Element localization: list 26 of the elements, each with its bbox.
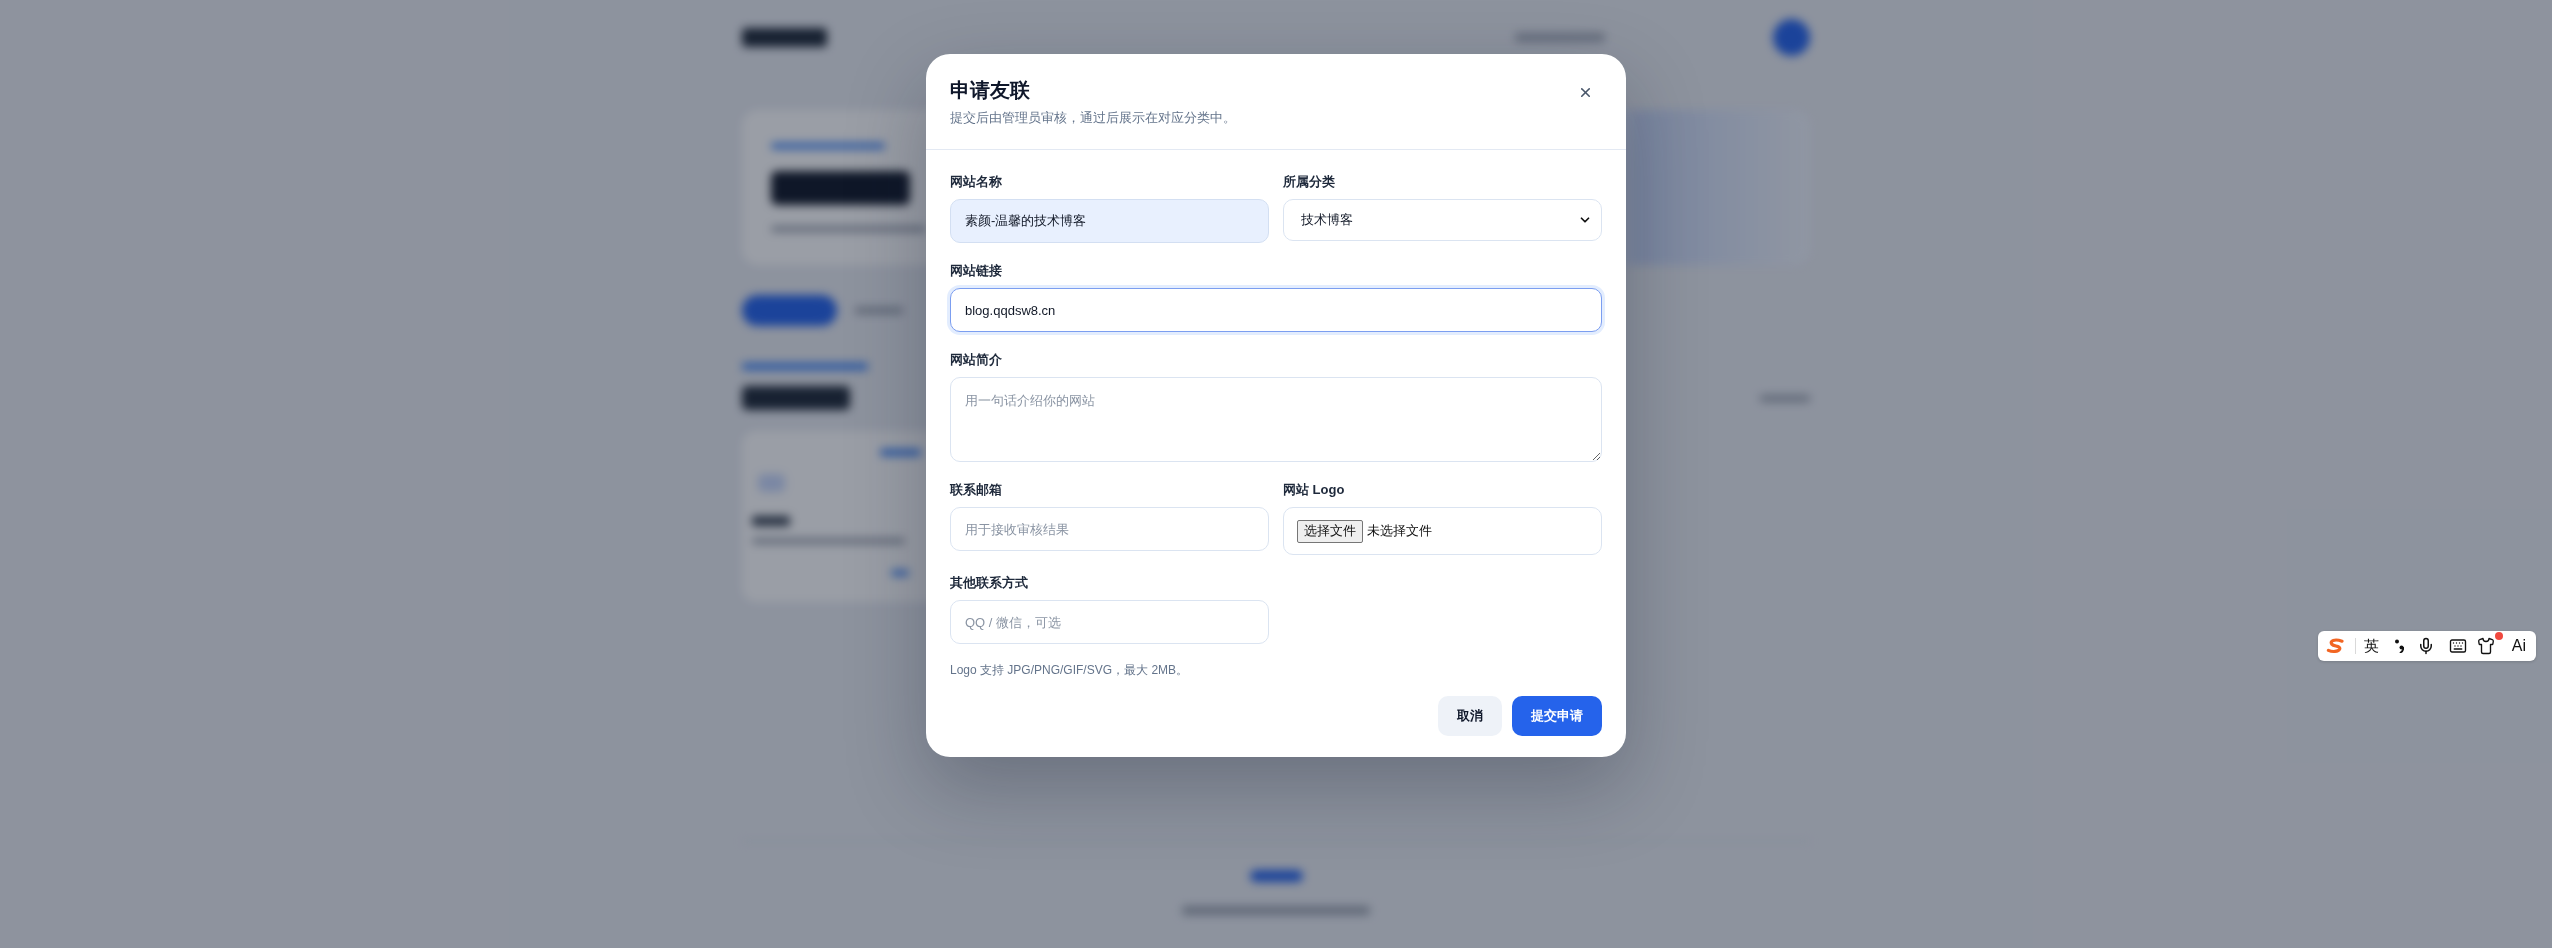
field-label: 所属分类 bbox=[1283, 174, 1336, 190]
text-input[interactable]: 素颜-温馨的技术博客 bbox=[950, 199, 1269, 243]
field-label: 联系邮箱 bbox=[950, 482, 1003, 498]
ai-button[interactable]: Ai bbox=[2511, 637, 2526, 655]
field-label: 网站 Logo bbox=[1283, 482, 1346, 498]
punctuation-icon[interactable] bbox=[2394, 639, 2404, 653]
email-input[interactable]: 用于接收审核结果 bbox=[950, 507, 1269, 551]
input-mode-toggle[interactable]: 英 bbox=[2363, 637, 2379, 655]
shirt-icon[interactable] bbox=[2476, 637, 2495, 655]
field-label: 网站名称 bbox=[950, 174, 1003, 190]
hint-text: Logo 支持 JPG/PNG/GIF/SVG，最大 2MB。 bbox=[950, 662, 1190, 678]
choose-file-button[interactable]: 选择文件 bbox=[1297, 519, 1363, 543]
dialog-subtitle: 提交后由管理员审核，通过后展示在对应分类中。 bbox=[950, 109, 1236, 127]
category-select[interactable]: 技术博客 bbox=[1283, 199, 1602, 241]
dialog-title: 申请友联 bbox=[950, 78, 1031, 103]
cancel-button[interactable]: 取消 bbox=[1438, 696, 1502, 736]
text-input[interactable]: QQ / 微信，可选 bbox=[950, 600, 1269, 644]
keyboard-icon[interactable] bbox=[2448, 637, 2467, 655]
field-label: 网站简介 bbox=[950, 352, 1003, 368]
field-label: 其他联系方式 bbox=[950, 575, 1029, 591]
file-status-text: 未选择文件 bbox=[1367, 522, 1432, 540]
submit-button[interactable]: 提交申请 bbox=[1512, 696, 1602, 736]
field-label: 网站链接 bbox=[950, 263, 1003, 279]
logo-icon[interactable] bbox=[2325, 638, 2345, 654]
url-input[interactable]: blog.qqdsw8.cn bbox=[950, 288, 1602, 332]
description-textarea[interactable]: 用一句话介绍你的网站 bbox=[950, 377, 1602, 462]
